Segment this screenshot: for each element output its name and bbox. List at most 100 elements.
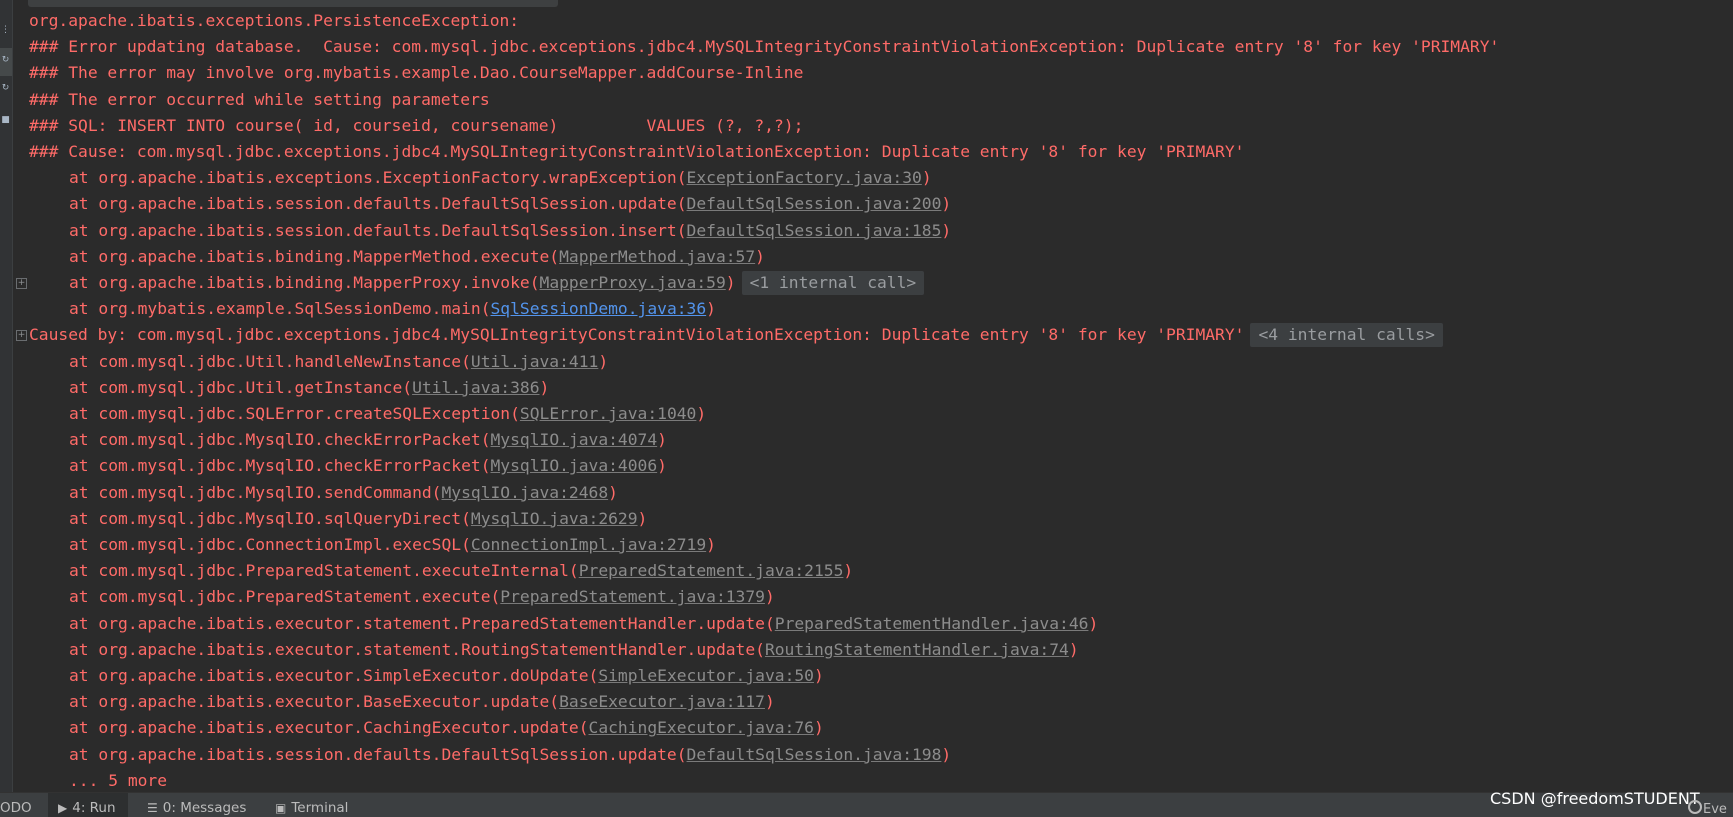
- tab-terminal-label: Terminal: [291, 800, 349, 816]
- console-line: at org.apache.ibatis.binding.MapperMetho…: [69, 244, 765, 270]
- console-line-text: at org.apache.ibatis.session.defaults.De…: [69, 220, 687, 240]
- console-line-tail: ): [843, 561, 854, 581]
- tab-terminal[interactable]: ▣ Terminal: [275, 793, 348, 817]
- tab-todo-label: ODO: [0, 800, 32, 816]
- source-link[interactable]: SQLError.java:1040: [520, 404, 696, 423]
- source-link[interactable]: Util.java:386: [412, 378, 539, 397]
- source-link[interactable]: MysqlIO.java:2629: [471, 509, 638, 528]
- more-actions-icon[interactable]: ⋮: [1, 20, 10, 40]
- console-line: at com.mysql.jdbc.MysqlIO.checkErrorPack…: [69, 453, 667, 479]
- source-link[interactable]: MysqlIO.java:4006: [491, 456, 658, 475]
- console-line-text: ### The error may involve org.mybatis.ex…: [29, 63, 804, 83]
- tab-messages-label: 0: Messages: [162, 800, 247, 816]
- rerun-icon[interactable]: ↻: [1, 50, 10, 70]
- console-line-text: at org.apache.ibatis.executor.CachingExe…: [69, 718, 589, 738]
- source-link[interactable]: Util.java:411: [471, 352, 598, 371]
- internal-calls-badge[interactable]: <1 internal call>: [741, 271, 925, 295]
- stop-icon[interactable]: ■: [1, 110, 10, 130]
- console-line-tail: ): [706, 299, 716, 319]
- console-line-tail: ): [941, 744, 952, 764]
- console-line-tail: ): [941, 220, 952, 240]
- console-line-text: ### The error occurred while setting par…: [29, 89, 490, 109]
- console-line: Caused by: com.mysql.jdbc.exceptions.jdb…: [29, 322, 1443, 348]
- console-line-tail: ): [1068, 639, 1079, 659]
- console-line: at com.mysql.jdbc.ConnectionImpl.execSQL…: [69, 532, 716, 558]
- source-link[interactable]: ExceptionFactory.java:30: [687, 168, 922, 187]
- console-line: at org.apache.ibatis.session.defaults.De…: [69, 218, 951, 244]
- console-line-text: ### SQL: INSERT INTO course( id, coursei…: [29, 115, 804, 135]
- tab-run[interactable]: ▶ 4: Run: [48, 793, 128, 817]
- console-line-text: ### Error updating database. Cause: com.…: [29, 37, 1500, 57]
- console-line: org.apache.ibatis.exceptions.Persistence…: [29, 8, 519, 34]
- console-line: at org.apache.ibatis.executor.BaseExecut…: [69, 689, 775, 715]
- console-line-tail: ): [1088, 613, 1099, 633]
- console-line: at com.mysql.jdbc.MysqlIO.sqlQueryDirect…: [69, 506, 647, 532]
- console-line: at com.mysql.jdbc.Util.getInstance(Util.…: [69, 375, 549, 401]
- console-line-tail: ): [637, 508, 648, 528]
- console-line-tail: ): [764, 587, 775, 607]
- console-line-tail: ): [657, 456, 667, 476]
- tab-run-label: 4: Run: [72, 800, 116, 816]
- console-line: at org.apache.ibatis.exceptions.Exceptio…: [69, 165, 932, 191]
- source-link[interactable]: DefaultSqlSession.java:198: [687, 745, 942, 764]
- source-link[interactable]: PreparedStatementHandler.java:46: [775, 614, 1089, 633]
- console-line-text: at com.mysql.jdbc.PreparedStatement.exec…: [69, 587, 501, 607]
- console-line-text: at com.mysql.jdbc.MysqlIO.sendCommand(: [69, 482, 442, 502]
- internal-calls-badge[interactable]: <4 internal calls>: [1250, 323, 1443, 348]
- expand-fold-icon[interactable]: +: [16, 278, 27, 289]
- console-line-text: at org.apache.ibatis.executor.statement.…: [69, 613, 775, 633]
- console-line: ### The error occurred while setting par…: [29, 87, 490, 113]
- expand-fold-icon[interactable]: +: [16, 330, 27, 342]
- console-line-text: at org.apache.ibatis.exceptions.Exceptio…: [69, 168, 687, 188]
- source-link[interactable]: DefaultSqlSession.java:200: [687, 194, 942, 213]
- tab-todo[interactable]: ODO: [0, 793, 44, 817]
- event-log-icon[interactable]: [1688, 800, 1702, 814]
- console-line-text: at com.mysql.jdbc.MysqlIO.sqlQueryDirect…: [69, 508, 471, 528]
- source-link[interactable]: ConnectionImpl.java:2719: [471, 535, 706, 554]
- console-line-tail: ): [657, 430, 667, 450]
- source-link[interactable]: MysqlIO.java:2468: [441, 483, 608, 502]
- console-line-text: at org.apache.ibatis.executor.statement.…: [69, 639, 765, 659]
- console-line: at com.mysql.jdbc.MysqlIO.checkErrorPack…: [69, 427, 667, 453]
- event-log-label[interactable]: Eve: [1703, 797, 1727, 817]
- messages-icon: ☰: [147, 801, 158, 815]
- source-link[interactable]: SimpleExecutor.java:50: [598, 666, 814, 685]
- console-line: at org.mybatis.example.SqlSessionDemo.ma…: [69, 296, 716, 322]
- console-line-tail: ): [755, 246, 765, 266]
- tab-messages[interactable]: ☰ 0: Messages: [147, 793, 246, 817]
- console-line-text: at com.mysql.jdbc.Util.handleNewInstance…: [69, 351, 471, 371]
- source-link[interactable]: BaseExecutor.java:117: [559, 692, 765, 711]
- source-link[interactable]: RoutingStatementHandler.java:74: [765, 640, 1069, 659]
- console-line: at org.apache.ibatis.session.defaults.De…: [69, 742, 951, 768]
- console-line: ... 5 more: [69, 768, 167, 792]
- console-line: ### SQL: INSERT INTO course( id, coursei…: [29, 113, 803, 139]
- source-link[interactable]: MapperMethod.java:57: [559, 247, 755, 266]
- console-line-tail: ): [764, 692, 775, 712]
- terminal-icon: ▣: [275, 801, 287, 815]
- source-link[interactable]: MysqlIO.java:4074: [491, 430, 658, 449]
- console-line: at org.apache.ibatis.executor.CachingExe…: [69, 715, 824, 741]
- source-link[interactable]: DefaultSqlSession.java:185: [687, 221, 942, 240]
- console-line-text: at org.mybatis.example.SqlSessionDemo.ma…: [69, 299, 491, 319]
- console-line-tail: ): [941, 194, 952, 214]
- console-line-text: at org.apache.ibatis.session.defaults.De…: [69, 194, 687, 214]
- source-link[interactable]: MapperProxy.java:59: [540, 273, 726, 292]
- run-console-output[interactable]: org.apache.ibatis.exceptions.Persistence…: [14, 0, 1733, 792]
- console-line: at com.mysql.jdbc.Util.handleNewInstance…: [69, 349, 608, 375]
- console-line-text: at org.apache.ibatis.executor.BaseExecut…: [69, 692, 560, 712]
- console-line: at org.apache.ibatis.executor.statement.…: [69, 637, 1079, 663]
- restart-icon[interactable]: ↻: [1, 78, 10, 98]
- console-line-text: at com.mysql.jdbc.MysqlIO.checkErrorPack…: [69, 430, 491, 450]
- source-link[interactable]: CachingExecutor.java:76: [589, 718, 814, 737]
- console-line: at org.apache.ibatis.session.defaults.De…: [69, 191, 951, 217]
- console-line-tail: ): [725, 273, 736, 292]
- console-line-text: at org.apache.ibatis.binding.MapperProxy…: [69, 273, 540, 292]
- source-link[interactable]: PreparedStatement.java:1379: [500, 587, 765, 606]
- console-line: at com.mysql.jdbc.PreparedStatement.exec…: [69, 558, 853, 584]
- console-line-tail: ): [608, 482, 618, 502]
- console-line: at com.mysql.jdbc.MysqlIO.sendCommand(My…: [69, 480, 618, 506]
- source-link[interactable]: SqlSessionDemo.java:36: [491, 299, 707, 318]
- console-line-text: at com.mysql.jdbc.Util.getInstance(: [69, 377, 413, 397]
- source-link[interactable]: PreparedStatement.java:2155: [579, 561, 844, 580]
- console-line-tail: ): [813, 718, 824, 738]
